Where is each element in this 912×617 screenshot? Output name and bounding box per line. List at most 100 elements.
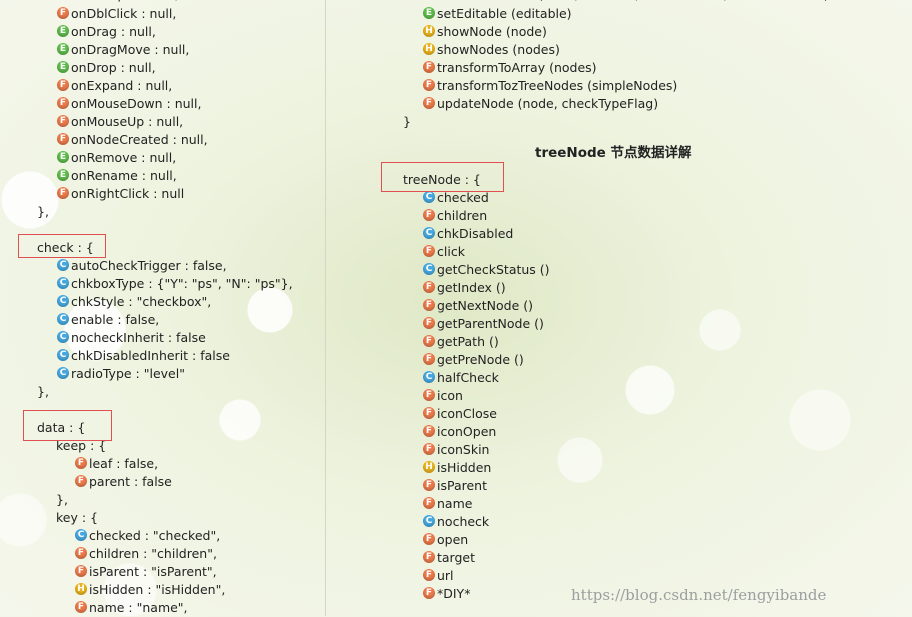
config-icon [57, 367, 69, 379]
treenode-item-label: iconSkin [437, 442, 490, 457]
treenode-item-isparent: isParent [423, 477, 487, 495]
treenode-item-getcheckstatus: getCheckStatus () [423, 261, 550, 279]
treenode-item-getprenode: getPreNode () [423, 351, 524, 369]
setting-line-chkboxtype: chkboxType : {"Y": "ps", "N": "ps"}, [57, 275, 293, 293]
setting-line-chkstyle: chkStyle : "checkbox", [57, 293, 211, 311]
function-icon [75, 475, 87, 487]
api-line-label: setChkDisabled (node, disabled, inheritP… [437, 0, 829, 2]
setting-line-label: isParent : "isParent", [89, 564, 217, 579]
function-icon [75, 601, 87, 613]
setting-line-label: onCollapse : null, [71, 0, 179, 2]
hidden-icon [423, 43, 435, 55]
setting-line-label: onNodeCreated : null, [71, 132, 208, 147]
treenode-item-iconclose: iconClose [423, 405, 497, 423]
highlight-box-check [18, 234, 106, 258]
highlight-box-data [23, 410, 112, 441]
setting-line-label: name : "name", [89, 600, 188, 615]
function-icon [423, 97, 435, 109]
function-icon [423, 61, 435, 73]
setting-line-label: onMouseDown : null, [71, 96, 202, 111]
api-line-label: transformTozTreeNodes (simpleNodes) [437, 78, 678, 93]
function-icon [423, 389, 435, 401]
setting-line-onmouseup: onMouseUp : null, [57, 113, 183, 131]
event-icon [57, 43, 69, 55]
treenode-item-label: click [437, 244, 465, 259]
setting-line-ondrop: onDrop : null, [57, 59, 156, 77]
treenode-item-label: checked [437, 190, 489, 205]
api-line-transformtoztreenodes: transformTozTreeNodes (simpleNodes) [423, 77, 677, 95]
function-icon [75, 565, 87, 577]
treenode-item-label: target [437, 550, 476, 565]
highlight-box-treenode [381, 162, 504, 192]
function-icon [57, 133, 69, 145]
function-icon [75, 457, 87, 469]
api-line-brace: } [403, 113, 411, 131]
treenode-item-iconopen: iconOpen [423, 423, 496, 441]
setting-line-onexpand: onExpand : null, [57, 77, 172, 95]
treenode-item-getparentnode: getParentNode () [423, 315, 544, 333]
setting-line-label: key : { [56, 510, 98, 525]
setting-line-label: checked : "checked", [89, 528, 221, 543]
setting-line-label: onDblClick : null, [71, 6, 177, 21]
config-icon [57, 259, 69, 271]
treenode-item-label: getParentNode () [437, 316, 544, 331]
api-line-transformtoarray: transformToArray (nodes) [423, 59, 597, 77]
function-icon [57, 115, 69, 127]
setting-line-label: onExpand : null, [71, 78, 173, 93]
setting-line-brace: }, [56, 491, 68, 509]
setting-line-onnodecreated: onNodeCreated : null, [57, 131, 208, 149]
treenode-item-open: open [423, 531, 468, 549]
setting-line-label: radioType : "level" [71, 366, 185, 381]
function-icon [423, 551, 435, 563]
function-icon [423, 209, 435, 221]
treenode-item-label: *DIY* [437, 586, 471, 601]
setting-line-label: enable : false, [71, 312, 160, 327]
treenode-item-label: isHidden [437, 460, 492, 475]
setting-line-label: onDragMove : null, [71, 42, 190, 57]
setting-line-leaf: leaf : false, [75, 455, 158, 473]
treenode-item-getindex: getIndex () [423, 279, 506, 297]
treenode-item-url: url [423, 567, 454, 585]
setting-line-label: chkboxType : {"Y": "ps", "N": "ps"}, [71, 276, 293, 291]
setting-line-label: parent : false [89, 474, 172, 489]
event-icon [57, 151, 69, 163]
setting-line-label: onDrag : null, [71, 24, 156, 39]
function-icon [57, 7, 69, 19]
event-icon [57, 169, 69, 181]
function-icon [423, 407, 435, 419]
treenode-item-ishidden: isHidden [423, 459, 491, 477]
config-icon [57, 349, 69, 361]
setting-line-onmousedown: onMouseDown : null, [57, 95, 201, 113]
setting-line-children: children : "children", [75, 545, 217, 563]
setting-line-label: }, [56, 492, 68, 507]
setting-line-label: chkDisabledInherit : false [71, 348, 230, 363]
treenode-item-label: iconOpen [437, 424, 497, 439]
setting-line-ondrag: onDrag : null, [57, 23, 156, 41]
treenode-item-chkdisabled: chkDisabled [423, 225, 513, 243]
setting-line-label: chkStyle : "checkbox", [71, 294, 212, 309]
hidden-icon [423, 461, 435, 473]
config-icon [57, 277, 69, 289]
function-icon [423, 425, 435, 437]
setting-line-onrightclick: onRightClick : null [57, 185, 184, 203]
setting-line-ondragmove: onDragMove : null, [57, 41, 189, 59]
setting-line-brace: }, [37, 203, 49, 221]
hidden-icon [423, 25, 435, 37]
treenode-item-getnextnode: getNextNode () [423, 297, 533, 315]
setting-line-ondblclick: onDblClick : null, [57, 5, 176, 23]
function-icon [423, 335, 435, 347]
function-icon [423, 479, 435, 491]
function-icon [423, 443, 435, 455]
treenode-item-label: children [437, 208, 488, 223]
treenode-item-label: url [437, 568, 454, 583]
treenode-item-nocheck: nocheck [423, 513, 489, 531]
setting-line-label: children : "children", [89, 546, 217, 561]
setting-line-checked: checked : "checked", [75, 527, 220, 545]
api-line-updatenode: updateNode (node, checkTypeFlag) [423, 95, 658, 113]
api-line-label: updateNode (node, checkTypeFlag) [437, 96, 659, 111]
setting-line-label: onRemove : null, [71, 150, 177, 165]
watermark-text: https://blog.csdn.net/fengyibande [571, 586, 827, 604]
setting-line-label: }, [37, 384, 49, 399]
hidden-icon [75, 583, 87, 595]
treenode-item-icon: icon [423, 387, 463, 405]
